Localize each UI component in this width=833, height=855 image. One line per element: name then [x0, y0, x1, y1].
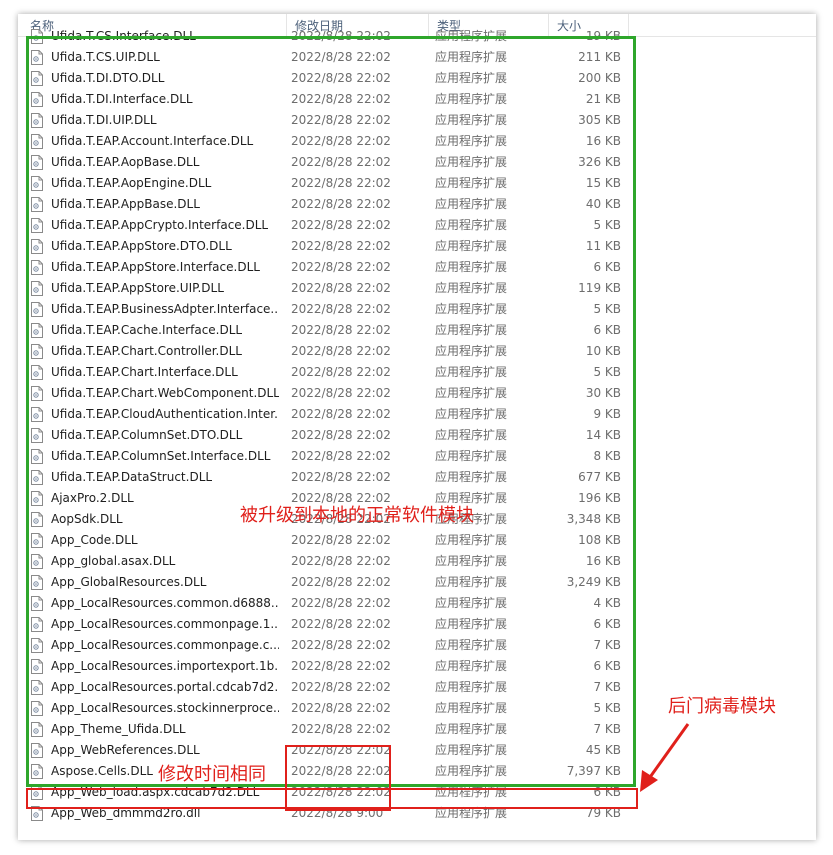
normal-modules-label: 被升级到本地的正常软件模块: [240, 505, 474, 526]
same-time-label: 修改时间相同: [158, 764, 266, 785]
backdoor-label: 后门病毒模块: [668, 696, 776, 717]
backdoor-arrow-icon: [640, 723, 690, 792]
backdoor-row-highlight: [26, 788, 638, 809]
normal-modules-highlight: [26, 36, 636, 787]
